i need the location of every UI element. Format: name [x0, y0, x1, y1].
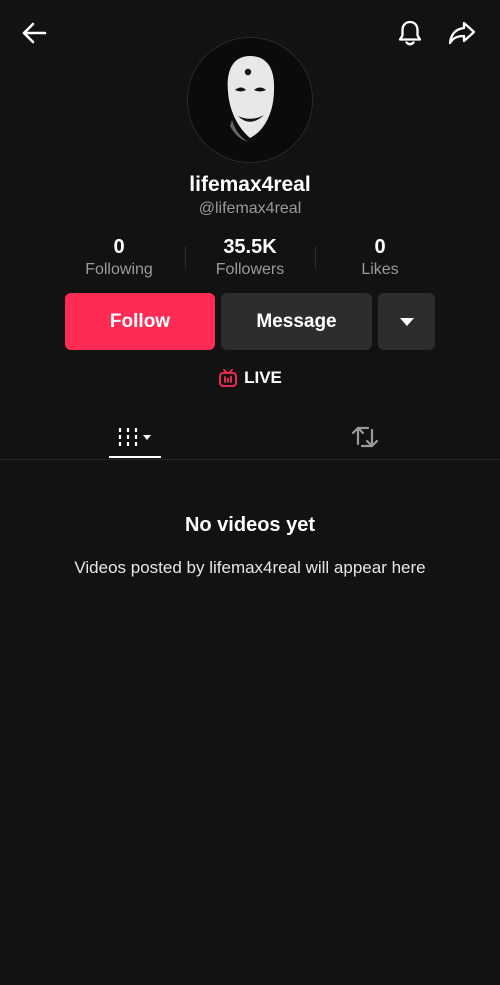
stat-value: 35.5K: [223, 236, 277, 258]
arrow-left-icon: [22, 22, 47, 44]
live-link[interactable]: LIVE: [0, 368, 500, 388]
stat-divider: [185, 246, 186, 268]
more-options-button[interactable]: [378, 293, 435, 350]
grid-videos-icon: [118, 427, 151, 446]
empty-state-description: Videos posted by lifemax4real will appea…: [74, 558, 426, 577]
stat-label: Following: [85, 261, 153, 278]
notifications-button[interactable]: [392, 15, 428, 51]
stat-value: 0: [113, 236, 125, 258]
divider: [0, 459, 500, 460]
stat-following[interactable]: 0 Following: [59, 234, 179, 280]
back-button[interactable]: [16, 15, 52, 51]
empty-state-title: No videos yet: [184, 514, 316, 536]
bell-icon: [398, 20, 422, 46]
caret-down-icon: [399, 317, 414, 326]
repost-icon: [351, 426, 379, 447]
stat-label: Likes: [361, 261, 399, 278]
stat-value: 0: [374, 236, 386, 258]
live-label: LIVE: [244, 368, 282, 387]
message-button[interactable]: Message: [221, 293, 372, 350]
username-handle: @lifemax4real: [198, 200, 302, 217]
display-name: lifemax4real: [189, 173, 311, 196]
stat-likes[interactable]: 0 Likes: [320, 234, 440, 280]
share-button[interactable]: [444, 15, 480, 51]
tab-reposts[interactable]: [330, 414, 400, 459]
stat-label: Followers: [215, 261, 285, 278]
tab-videos[interactable]: [100, 414, 170, 459]
avatar[interactable]: [188, 38, 312, 162]
stat-followers[interactable]: 35.5K Followers: [190, 234, 310, 280]
mask-face-icon: [188, 38, 312, 162]
active-tab-indicator: [109, 456, 161, 458]
share-arrow-icon: [448, 21, 476, 45]
follow-button[interactable]: Follow: [65, 293, 215, 350]
stat-divider: [315, 246, 316, 268]
tv-live-icon: [219, 369, 237, 387]
